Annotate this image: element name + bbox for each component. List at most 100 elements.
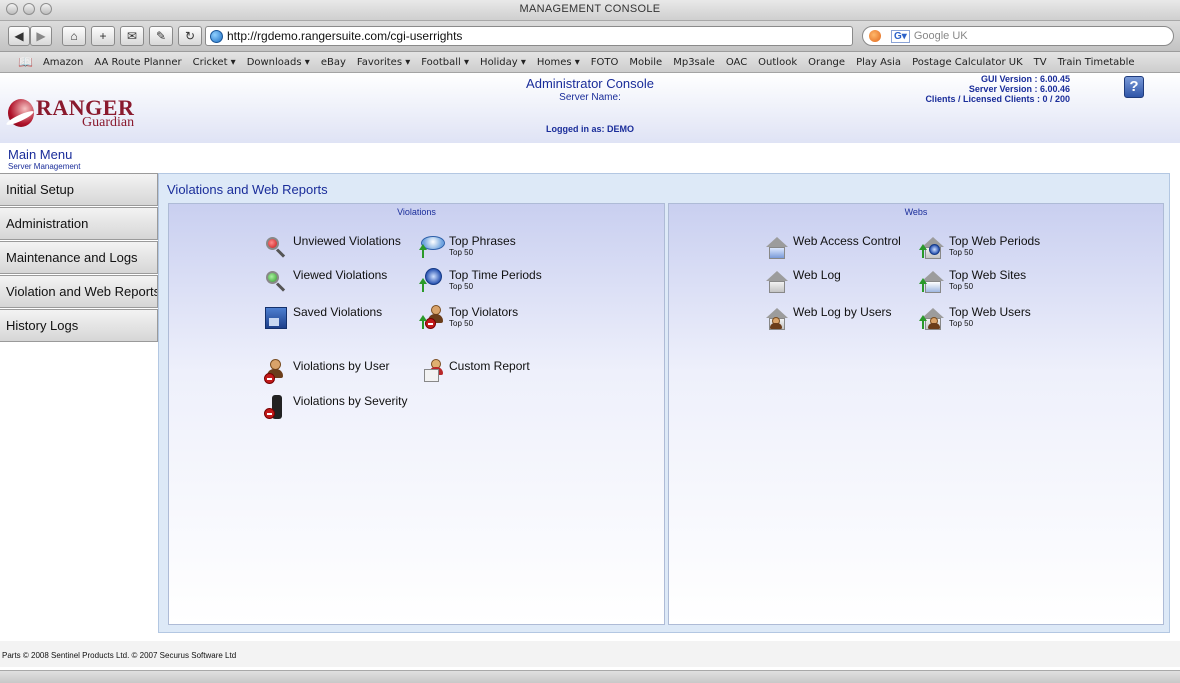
top-phrases-label: Top Phrases xyxy=(449,234,516,248)
violations-by-severity-link[interactable]: Violations by Severity xyxy=(263,394,408,420)
green-magnifier-icon xyxy=(263,268,289,294)
server-name: Server Name: xyxy=(559,92,621,103)
bookmark-item[interactable]: Cricket ▾ xyxy=(193,57,236,68)
reports-content: Violations and Web Reports Violations Un… xyxy=(158,173,1170,633)
bookmark-item[interactable]: Favorites ▾ xyxy=(357,57,410,68)
page-title: Violations and Web Reports xyxy=(167,182,328,197)
menu-item-history-logs[interactable]: History Logs xyxy=(0,309,158,342)
bookmark-item[interactable]: Downloads ▾ xyxy=(247,57,310,68)
top-time-periods-link[interactable]: Top Time Periods Top 50 xyxy=(419,268,542,294)
web-log-by-users-link[interactable]: Web Log by Users xyxy=(763,305,892,331)
main-menu-subtitle: Server Management xyxy=(8,162,81,171)
top-phrases-link[interactable]: Top Phrases Top 50 xyxy=(419,234,516,260)
google-icon[interactable]: G▾ xyxy=(891,29,910,43)
logo-guardian-text: Guardian xyxy=(82,115,135,130)
severity-traffic-light-icon xyxy=(263,394,289,420)
bookmark-item[interactable]: FOTO xyxy=(591,57,619,68)
search-placeholder: Google UK xyxy=(913,30,968,42)
unviewed-violations-link[interactable]: Unviewed Violations xyxy=(263,234,401,260)
unviewed-violations-label: Unviewed Violations xyxy=(293,234,401,248)
bookmark-item[interactable]: Mp3sale xyxy=(673,57,715,68)
web-log-link[interactable]: Web Log xyxy=(763,268,841,294)
browser-statusbar xyxy=(0,670,1180,683)
top-violators-icon xyxy=(419,305,445,331)
bookmark-item[interactable]: TV xyxy=(1034,57,1047,68)
back-arrow-icon: ◀ xyxy=(14,29,24,43)
bookmarks-bar: 📖 Amazon AA Route Planner Cricket ▾ Down… xyxy=(0,52,1180,73)
custom-report-label: Custom Report xyxy=(449,359,530,373)
snapback-icon[interactable] xyxy=(869,30,881,42)
home-button[interactable]: ⌂ xyxy=(62,26,86,46)
add-bookmark-button[interactable]: + xyxy=(91,26,115,46)
console-title: Administrator Console xyxy=(526,76,654,91)
window-titlebar: MANAGEMENT CONSOLE xyxy=(0,0,1180,21)
book-icon[interactable]: 📖 xyxy=(18,55,33,69)
report-bug-button[interactable]: ✉ xyxy=(120,26,144,46)
bookmark-item[interactable]: eBay xyxy=(321,57,346,68)
address-bar[interactable]: http://rgdemo.rangersuite.com/cgi-userri… xyxy=(205,26,853,46)
logged-in-status: Logged in as: DEMO xyxy=(545,124,634,134)
saved-violations-link[interactable]: Saved Violations xyxy=(263,305,382,331)
bookmark-item[interactable]: OAC xyxy=(726,57,747,68)
bookmark-item[interactable]: Play Asia xyxy=(856,57,901,68)
bookmark-item[interactable]: Amazon xyxy=(43,57,83,68)
viewed-violations-link[interactable]: Viewed Violations xyxy=(263,268,387,294)
top-web-users-icon xyxy=(919,305,945,331)
webs-panel: Webs Web Access Control Web Log Web Log … xyxy=(668,203,1164,625)
bookmark-item[interactable]: Homes ▾ xyxy=(537,57,580,68)
violations-by-severity-label: Violations by Severity xyxy=(293,394,408,408)
web-access-control-link[interactable]: Web Access Control xyxy=(763,234,901,260)
top-time-periods-sub: Top 50 xyxy=(449,282,474,291)
back-button[interactable]: ◀ xyxy=(8,26,30,46)
web-log-icon xyxy=(763,268,789,294)
top-web-sites-sub: Top 50 xyxy=(949,282,974,291)
version-info: GUI Version : 6.00.45 Server Version : 6… xyxy=(870,74,1070,104)
browser-toolbar: ◀ ▶ ⌂ + ✉ ✎ ↻ http://rgdemo.rangersuite.… xyxy=(0,21,1180,52)
top-time-periods-label: Top Time Periods xyxy=(449,268,542,282)
top-web-periods-sub: Top 50 xyxy=(949,248,974,257)
reload-icon: ↻ xyxy=(184,29,196,43)
top-web-periods-link[interactable]: Top Web Periods Top 50 xyxy=(919,234,1040,260)
help-button[interactable]: ? xyxy=(1124,76,1144,98)
edit-button[interactable]: ✎ xyxy=(149,26,173,46)
top-web-sites-link[interactable]: Top Web Sites Top 50 xyxy=(919,268,1026,294)
top-phrases-sub: Top 50 xyxy=(449,248,474,257)
top-web-users-label: Top Web Users xyxy=(949,305,1031,319)
violations-panel: Violations Unviewed Violations Viewed Vi… xyxy=(168,203,665,625)
search-field[interactable]: G▾ Google UK xyxy=(862,26,1174,46)
bookmark-item[interactable]: Orange xyxy=(808,57,845,68)
reload-button[interactable]: ↻ xyxy=(178,26,202,46)
top-web-periods-icon xyxy=(919,234,945,260)
top-violators-link[interactable]: Top Violators Top 50 xyxy=(419,305,518,331)
bookmark-item[interactable]: Postage Calculator UK xyxy=(912,57,1023,68)
menu-item-violation-web-reports[interactable]: Violation and Web Reports xyxy=(0,275,158,308)
logo-swoosh-icon xyxy=(8,99,34,127)
bookmark-item[interactable]: Outlook xyxy=(758,57,797,68)
main-menu: Initial Setup Administration Maintenance… xyxy=(0,173,158,343)
forward-button[interactable]: ▶ xyxy=(30,26,52,46)
bookmark-item[interactable]: Holiday ▾ xyxy=(480,57,526,68)
bookmark-item[interactable]: AA Route Planner xyxy=(94,57,181,68)
top-web-users-sub: Top 50 xyxy=(949,319,974,328)
clock-icon xyxy=(419,268,445,294)
top-violators-sub: Top 50 xyxy=(449,319,474,328)
menu-item-administration[interactable]: Administration xyxy=(0,207,158,240)
violations-by-user-label: Violations by User xyxy=(293,359,390,373)
menu-item-initial-setup[interactable]: Initial Setup xyxy=(0,173,158,206)
custom-report-link[interactable]: Custom Report xyxy=(419,359,530,385)
bookmark-item[interactable]: Mobile xyxy=(629,57,662,68)
menu-item-maintenance-logs[interactable]: Maintenance and Logs xyxy=(0,241,158,274)
saved-violations-label: Saved Violations xyxy=(293,305,383,319)
top-web-users-link[interactable]: Top Web Users Top 50 xyxy=(919,305,1031,331)
gui-version: GUI Version : 6.00.45 xyxy=(980,74,1070,84)
red-magnifier-icon xyxy=(263,234,289,260)
user-violation-icon xyxy=(263,359,289,385)
web-log-label: Web Log xyxy=(793,268,841,282)
plus-icon: + xyxy=(99,29,107,43)
violations-by-user-link[interactable]: Violations by User xyxy=(263,359,390,385)
webs-heading: Webs xyxy=(904,207,928,217)
globe-icon xyxy=(210,29,223,43)
top-violators-label: Top Violators xyxy=(449,305,519,319)
bookmark-item[interactable]: Football ▾ xyxy=(421,57,469,68)
bookmark-item[interactable]: Train Timetable xyxy=(1058,57,1135,68)
